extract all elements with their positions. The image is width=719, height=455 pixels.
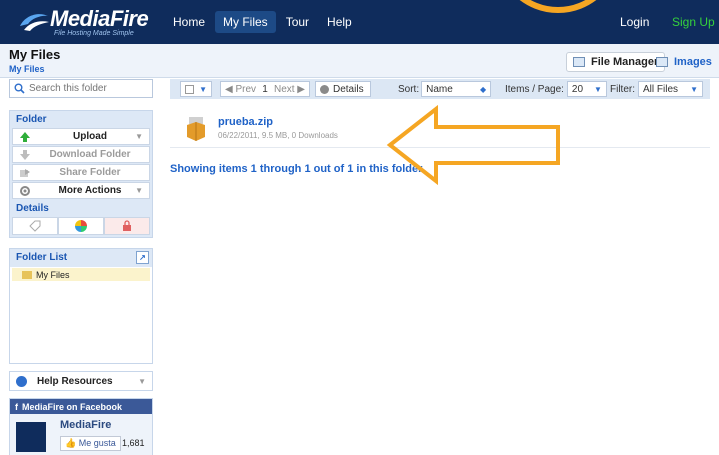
sort-select[interactable]: Name ◆ [421,81,492,97]
nav-help[interactable]: Help [319,11,360,33]
folder-list-item[interactable]: My Files [12,268,150,281]
expand-icon[interactable]: ↗ [136,251,149,264]
gear-icon [20,185,30,196]
info-icon [320,84,329,94]
chevron-down-icon: ▼ [138,376,146,386]
facebook-widget: f MediaFire on Facebook MediaFire 👍 Me g… [9,398,153,455]
chevron-down-icon: ▼ [594,84,602,94]
page-number: 1 [262,83,268,95]
privacy-button[interactable] [104,217,150,235]
facebook-body: MediaFire 👍 Me gusta 1,681 [10,414,152,455]
annotation-arrow [386,105,560,186]
file-toolbar: ▼ ◀ Prev 1 Next ▶ Details Sort: Nam [0,79,719,101]
chevron-down-icon: ▼ [690,84,698,94]
sort-control: Sort: Name ◆ [398,81,492,97]
mediafire-logo-icon [20,14,49,31]
next-button[interactable]: Next ▶ [274,84,305,95]
upload-arrow-icon [20,131,30,142]
info-icon [16,375,27,387]
folder-list-heading: Folder List [16,252,68,263]
upload-button[interactable]: Upload ▼ [12,128,150,145]
chevron-down-icon: ▼ [135,186,143,195]
nav-my-files[interactable]: My Files [215,11,276,33]
tag-button[interactable] [12,217,58,235]
sidebar: Folder Upload ▼ Download Folder Share Fo… [9,110,153,238]
color-wheel-icon [75,220,87,232]
thumbs-up-icon: 👍 [65,438,77,448]
facebook-like-count: 1,681 [122,438,145,448]
next-arrow-icon: ▶ [294,83,305,95]
download-arrow-icon [20,149,30,160]
breadcrumb[interactable]: My Files [9,64,45,74]
items-per-page-control: Items / Page: 20 ▼ [505,81,607,97]
search-box [9,79,153,98]
details-heading: Details [16,203,49,214]
login-link[interactable]: Login [620,15,649,29]
prev-button[interactable]: ◀ Prev [225,84,256,95]
toolbar-strip: ▼ ◀ Prev 1 Next ▶ Details Sort: Name ◆ I… [170,79,710,99]
facebook-icon: f [15,401,18,412]
logo-title: MediaFire [50,6,149,31]
signup-link[interactable]: Sign Up [672,15,715,29]
items-per-page-select[interactable]: 20 ▼ [566,81,607,97]
pagination: ◀ Prev 1 Next ▶ [220,81,310,97]
search-icon [14,83,25,94]
logo-tagline: File Hosting Made Simple [54,30,134,37]
filter-value: All Files [643,83,679,95]
main-nav: Home My Files Tour Help [165,0,362,44]
annotation-circle [519,0,597,13]
folder-list-header: Folder List ↗ [10,249,152,267]
nav-home[interactable]: Home [165,11,213,33]
facebook-like-button[interactable]: 👍 Me gusta [60,436,121,451]
images-grid-icon [656,57,668,67]
download-folder-button[interactable]: Download Folder [12,146,150,163]
sort-arrow-icon: ◆ [479,84,487,94]
page-header: My Files My Files File Manager Images [0,44,719,78]
images-button[interactable]: Images [650,52,718,72]
file-name[interactable]: prueba.zip [218,116,273,128]
folder-panel: Folder Upload ▼ Download Folder Share Fo… [9,110,153,238]
filter-select[interactable]: All Files ▼ [638,81,703,97]
details-button[interactable]: Details [315,81,371,97]
folder-heading: Folder [16,114,47,125]
images-label: Images [674,56,712,68]
search-input[interactable] [29,83,147,94]
page: MediaFire File Hosting Made Simple Home … [0,0,719,455]
file-meta: 06/22/2011, 9.5 MB, 0 Downloads [218,131,338,140]
prev-arrow-icon: ◀ [225,83,236,95]
zip-file-icon [187,117,205,141]
items-per-page-label: Items / Page: [505,83,564,95]
details-buttons [12,217,150,235]
tag-icon [29,220,41,232]
share-icon [20,168,30,177]
mediafire-logo[interactable]: MediaFire File Hosting Made Simple [18,6,158,40]
page-title: My Files [9,47,61,62]
filter-control: Filter: All Files ▼ [610,81,703,97]
file-manager-icon [573,57,585,67]
folder-icon [22,270,32,279]
sort-label: Sort: [398,83,420,95]
facebook-page-name[interactable]: MediaFire [60,419,111,431]
filter-label: Filter: [610,83,635,95]
folder-list-panel: Folder List ↗ My Files [9,248,153,364]
chevron-down-icon: ▼ [135,132,143,141]
lock-icon [123,220,131,231]
help-resources-button[interactable]: Help Resources ▼ [9,371,153,391]
select-all-checkbox[interactable] [185,84,194,94]
nav-tour[interactable]: Tour [278,11,317,33]
facebook-header: f MediaFire on Facebook [10,399,152,414]
sort-value: Name [426,83,453,95]
chevron-down-icon[interactable]: ▼ [199,85,207,94]
color-button[interactable] [58,217,104,235]
select-all-control[interactable]: ▼ [180,81,212,97]
file-manager-label: File Manager [591,56,659,68]
facebook-page-avatar[interactable] [16,422,46,452]
items-per-page-value: 20 [571,83,584,95]
share-folder-button[interactable]: Share Folder [12,164,150,181]
more-actions-button[interactable]: More Actions ▼ [12,182,150,199]
